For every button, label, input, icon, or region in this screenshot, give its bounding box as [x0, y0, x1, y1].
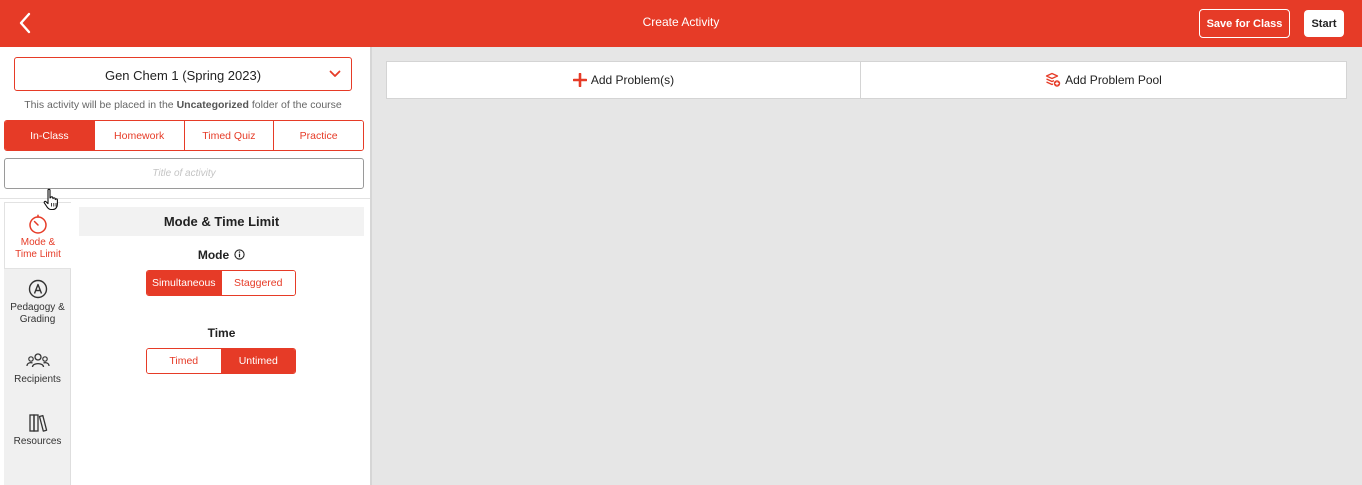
add-problem-pool-button[interactable]: Add Problem Pool	[860, 62, 1346, 98]
tab-practice[interactable]: Practice	[274, 121, 363, 150]
side-nav-label-line: Grading	[19, 314, 56, 325]
page-title: Create Activity	[642, 15, 720, 29]
chevron-down-icon	[329, 70, 341, 77]
course-select[interactable]: Gen Chem 1 (Spring 2023)	[14, 57, 352, 91]
side-nav-label: Recipients	[14, 374, 61, 385]
chevron-left-icon	[19, 12, 31, 34]
plus-icon	[572, 73, 587, 87]
placement-note-prefix: This activity will be placed in the	[24, 99, 177, 111]
time-field-label: Time	[207, 326, 236, 340]
placement-folder-name: Uncategorized	[176, 99, 249, 111]
side-nav-label-line: Time Limit	[15, 249, 61, 260]
time-toggle: Timed Untimed	[146, 348, 296, 374]
tab-timed-quiz[interactable]: Timed Quiz	[184, 121, 275, 150]
add-problems-label: Add Problem(s)	[590, 73, 675, 87]
mode-toggle: Simultaneous Staggered	[146, 270, 296, 296]
tab-in-class[interactable]: In-Class	[5, 121, 95, 150]
add-problem-pool-label: Add Problem Pool	[1065, 73, 1162, 87]
compass-icon	[28, 279, 47, 299]
mode-option-simultaneous[interactable]: Simultaneous	[147, 271, 221, 295]
time-option-timed[interactable]: Timed	[147, 349, 221, 373]
side-nav-label: Pedagogy & Grading	[4, 302, 71, 326]
stack-add-icon	[1045, 72, 1061, 87]
hand-pointer-cursor-icon	[43, 188, 58, 211]
placement-note: This activity will be placed in the Unca…	[0, 99, 366, 111]
save-for-class-button[interactable]: Save for Class	[1199, 9, 1290, 38]
settings-side-nav: Mode & Time Limit Pedagogy & Grading Recip…	[4, 202, 71, 485]
side-nav-item-mode-time-limit[interactable]: Mode & Time Limit	[4, 202, 71, 269]
time-option-untimed[interactable]: Untimed	[220, 349, 295, 373]
panel-divider	[370, 47, 372, 485]
activity-title-input[interactable]	[4, 158, 364, 189]
add-problems-button[interactable]: Add Problem(s)	[387, 62, 860, 98]
activity-type-tabs: In-Class Homework Timed Quiz Practice	[4, 120, 364, 151]
activity-settings-panel: Gen Chem 1 (Spring 2023) This activity w…	[0, 47, 370, 485]
mode-option-staggered[interactable]: Staggered	[220, 271, 295, 295]
tab-homework[interactable]: Homework	[94, 121, 185, 150]
info-icon[interactable]	[234, 249, 245, 260]
mode-field-label: Mode	[79, 248, 364, 262]
back-button[interactable]	[14, 10, 38, 36]
side-nav-label: Resources	[13, 436, 62, 447]
section-title: Mode & Time Limit	[79, 207, 364, 236]
timer-icon	[29, 214, 47, 234]
side-nav-label-line: Pedagogy &	[10, 302, 65, 313]
side-nav-label: Mode & Time Limit	[5, 237, 71, 261]
side-nav-label-line: Mode &	[20, 237, 56, 248]
side-nav-item-recipients[interactable]: Recipients	[4, 350, 71, 386]
placement-note-suffix: folder of the course	[248, 99, 342, 111]
side-nav-item-resources[interactable]: Resources	[4, 412, 71, 448]
add-problem-bar: Add Problem(s) Add Problem Pool	[386, 61, 1347, 99]
start-button[interactable]: Start	[1304, 10, 1344, 37]
top-bar: Create Activity Save for Class Start	[0, 0, 1362, 47]
course-select-value: Gen Chem 1 (Spring 2023)	[104, 68, 262, 83]
users-icon	[25, 353, 50, 368]
side-nav-item-pedagogy-grading[interactable]: Pedagogy & Grading	[4, 278, 71, 326]
mode-label-text: Mode	[197, 248, 230, 262]
books-icon	[28, 414, 47, 432]
